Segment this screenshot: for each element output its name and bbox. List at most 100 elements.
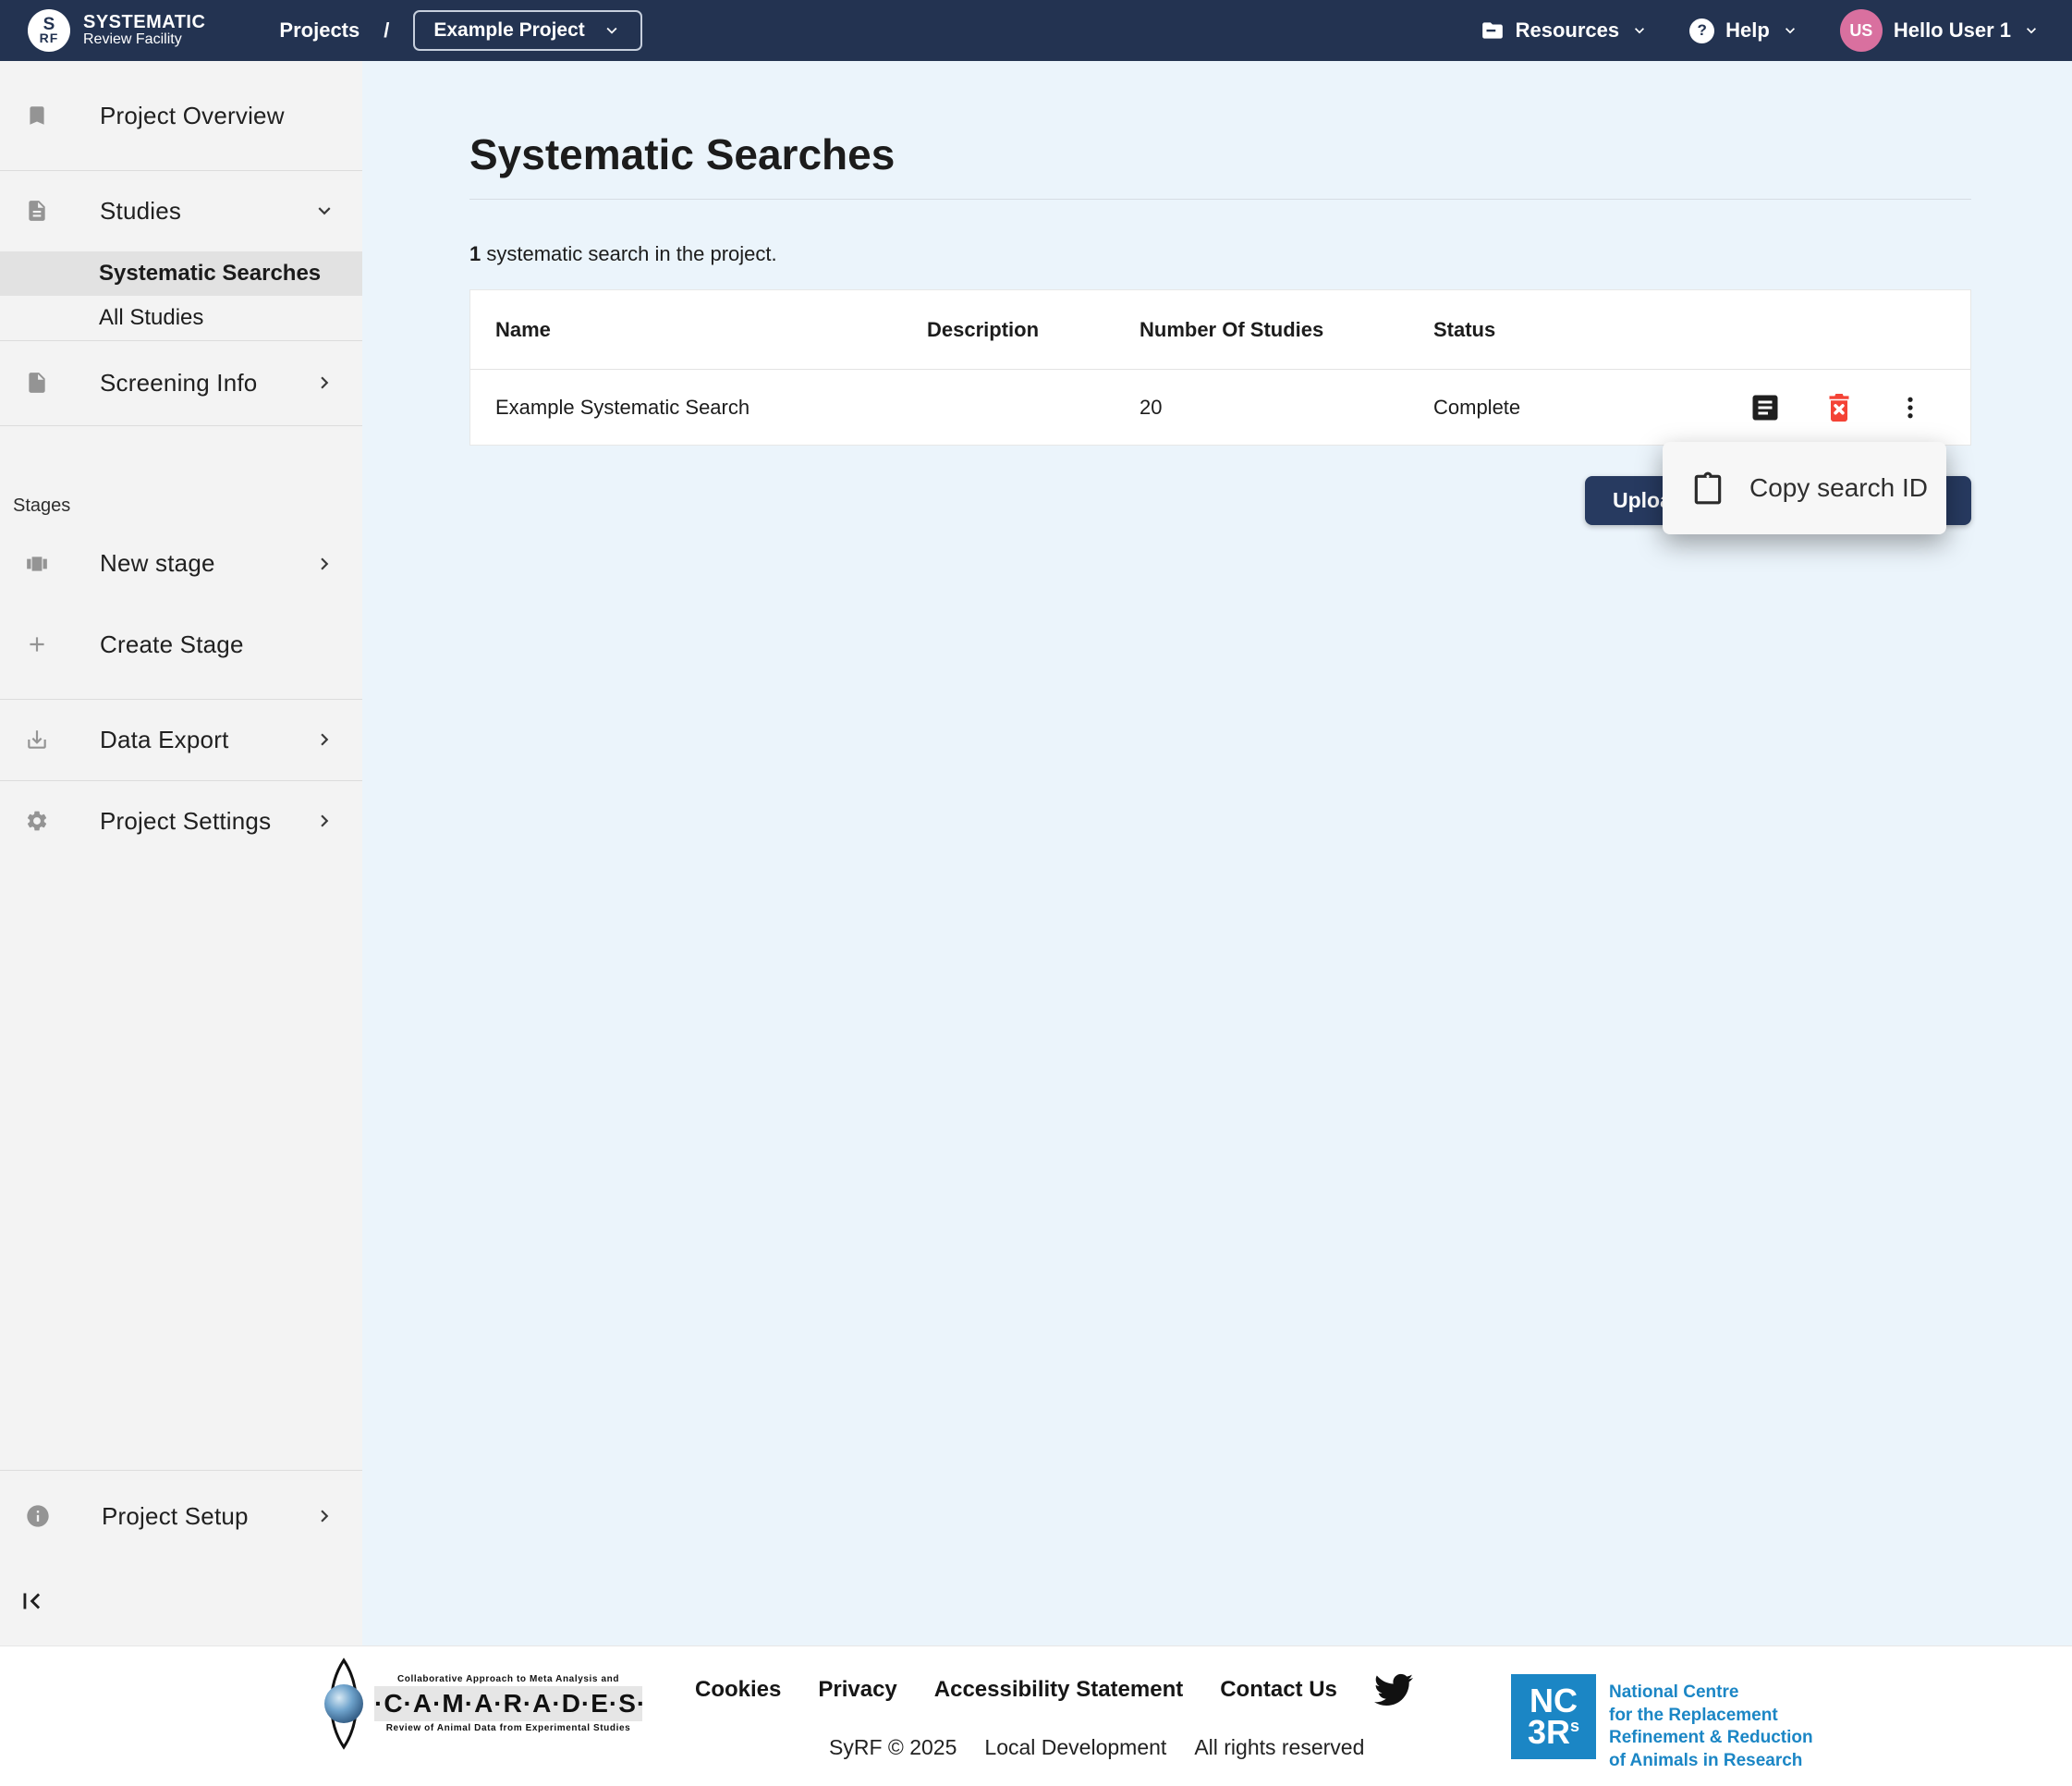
chevron-right-icon bbox=[312, 809, 336, 833]
sidebar-item-new-stage[interactable]: New stage bbox=[0, 520, 362, 607]
divider bbox=[0, 425, 362, 426]
page-header: Systematic Searches bbox=[469, 131, 1971, 200]
cell-number-of-studies: 20 bbox=[1140, 396, 1433, 420]
row-context-menu: Copy search ID bbox=[1663, 442, 1946, 534]
resources-label: Resources bbox=[1516, 18, 1620, 43]
sidebar-item-screening-info[interactable]: Screening Info bbox=[0, 340, 362, 425]
camarades-bottom-line: Review of Animal Data from Experimental … bbox=[386, 1723, 631, 1733]
sidebar-item-all-studies[interactable]: All Studies bbox=[0, 296, 362, 340]
avatar: US bbox=[1840, 9, 1883, 52]
current-project-label: Example Project bbox=[433, 19, 584, 42]
privacy-link[interactable]: Privacy bbox=[818, 1677, 896, 1703]
delete-search-button[interactable] bbox=[1822, 391, 1856, 424]
table-row[interactable]: Example Systematic Search 20 Complete bbox=[470, 370, 1970, 445]
sidebar-item-label: Screening Info bbox=[100, 369, 257, 398]
sidebar-item-systematic-searches[interactable]: Systematic Searches bbox=[0, 251, 362, 296]
nc3rs-logo[interactable]: NC 3Rs National Centre for the Replaceme… bbox=[1511, 1674, 1813, 1773]
row-actions bbox=[1646, 391, 1970, 424]
nc3rs-box-line2: 3Rs bbox=[1528, 1717, 1579, 1748]
main-content: Systematic Searches 1 systematic search … bbox=[362, 61, 2072, 1645]
column-header-status: Status bbox=[1433, 318, 1646, 342]
sidebar-item-label: New stage bbox=[100, 549, 215, 578]
sidebar-item-label: Studies bbox=[100, 197, 181, 226]
chevron-down-icon bbox=[1781, 21, 1799, 40]
column-header-name: Name bbox=[495, 318, 927, 342]
app-root: S RF SYSTEMATIC Review Facility Projects… bbox=[0, 0, 2072, 1786]
logo-title: SYSTEMATIC bbox=[83, 13, 205, 32]
stages-section-label: Stages bbox=[13, 495, 70, 517]
user-menu[interactable]: US Hello User 1 bbox=[1840, 9, 2041, 52]
sidebar-subitem-label: All Studies bbox=[99, 305, 203, 331]
collapse-sidebar-icon bbox=[16, 1585, 47, 1617]
contact-us-link[interactable]: Contact Us bbox=[1220, 1677, 1337, 1703]
cell-status: Complete bbox=[1433, 396, 1646, 420]
logo-monogram-bottom: RF bbox=[40, 32, 59, 44]
camarades-logo-text: Collaborative Approach to Meta Analysis … bbox=[374, 1674, 642, 1733]
sidebar-item-studies[interactable]: Studies bbox=[0, 170, 362, 251]
nc3rs-logo-text: National Centre for the Replacement Refi… bbox=[1609, 1674, 1813, 1773]
row-more-menu-button[interactable] bbox=[1896, 394, 1924, 422]
camarades-globe-icon bbox=[319, 1658, 369, 1750]
search-count: 1 bbox=[469, 242, 481, 265]
resources-menu[interactable]: Resources bbox=[1481, 18, 1650, 43]
accessibility-statement-link[interactable]: Accessibility Statement bbox=[934, 1677, 1183, 1703]
chevron-right-icon bbox=[312, 552, 336, 576]
logo-subtitle: Review Facility bbox=[83, 32, 205, 48]
article-icon bbox=[1749, 391, 1782, 424]
sidebar-item-data-export[interactable]: Data Export bbox=[0, 699, 362, 780]
twitter-link[interactable] bbox=[1374, 1670, 1413, 1709]
chevron-down-icon bbox=[2022, 21, 2041, 40]
sidebar-item-project-overview[interactable]: Project Overview bbox=[0, 61, 362, 170]
table-header-row: Name Description Number Of Studies Statu… bbox=[470, 290, 1970, 370]
top-right-nav: Resources ? Help US Hello User 1 bbox=[1481, 9, 2072, 52]
sidebar-item-label: Create Stage bbox=[100, 630, 244, 659]
bookmark-icon bbox=[25, 104, 49, 128]
chevron-right-icon bbox=[312, 1504, 336, 1528]
footer-copyright: SyRF © 2025 Local Development All rights… bbox=[829, 1735, 1364, 1760]
logo-text: SYSTEMATIC Review Facility bbox=[83, 13, 205, 48]
camarades-logo[interactable]: Collaborative Approach to Meta Analysis … bbox=[319, 1658, 642, 1750]
project-selector-button[interactable]: Example Project bbox=[413, 10, 641, 51]
sidebar-item-label: Project Settings bbox=[100, 807, 271, 836]
page-title: Systematic Searches bbox=[469, 131, 1971, 178]
footer: Collaborative Approach to Meta Analysis … bbox=[0, 1645, 2072, 1786]
copyright-rights: All rights reserved bbox=[1194, 1735, 1364, 1760]
sidebar-collapse-button[interactable] bbox=[15, 1584, 48, 1618]
chevron-right-icon bbox=[312, 371, 336, 395]
gear-icon bbox=[25, 809, 49, 833]
document-icon bbox=[25, 199, 49, 223]
camarades-name: ·C·A·M·A·R·A·D·E·S· bbox=[374, 1686, 642, 1721]
column-header-number-of-studies: Number Of Studies bbox=[1140, 318, 1433, 342]
nc3rs-box-line1: NC bbox=[1530, 1685, 1578, 1717]
help-label: Help bbox=[1725, 18, 1770, 43]
view-search-details-button[interactable] bbox=[1749, 391, 1782, 424]
kebab-menu-icon bbox=[1896, 394, 1924, 422]
cookies-link[interactable]: Cookies bbox=[695, 1677, 781, 1703]
clipboard-icon bbox=[1690, 471, 1725, 506]
download-icon bbox=[25, 728, 49, 752]
column-header-description: Description bbox=[927, 318, 1140, 342]
twitter-icon bbox=[1374, 1670, 1413, 1709]
breadcrumb-projects-link[interactable]: Projects bbox=[279, 18, 360, 43]
user-greeting: Hello User 1 bbox=[1894, 18, 2011, 43]
footer-links: Cookies Privacy Accessibility Statement … bbox=[695, 1670, 1413, 1709]
search-count-text: systematic search in the project. bbox=[481, 242, 776, 265]
chevron-down-icon bbox=[1630, 21, 1649, 40]
breadcrumb: Projects / Example Project bbox=[279, 10, 641, 51]
copy-search-id-menu-item[interactable]: Copy search ID bbox=[1749, 473, 1928, 503]
folder-icon bbox=[1481, 18, 1505, 43]
sidebar-item-create-stage[interactable]: Create Stage bbox=[0, 607, 362, 681]
sidebar-item-project-settings[interactable]: Project Settings bbox=[0, 780, 362, 862]
sidebar-item-project-setup[interactable]: Project Setup bbox=[0, 1470, 362, 1562]
info-icon bbox=[25, 1503, 51, 1529]
stage-carousel-icon bbox=[25, 552, 49, 576]
sidebar-item-label: Project Setup bbox=[102, 1502, 249, 1531]
delete-x-icon bbox=[1822, 391, 1856, 424]
syrf-logo[interactable]: S RF SYSTEMATIC Review Facility bbox=[28, 9, 205, 52]
help-icon: ? bbox=[1689, 18, 1714, 43]
sidebar-item-label: Project Overview bbox=[100, 102, 285, 130]
search-count-summary: 1 systematic search in the project. bbox=[469, 242, 777, 266]
help-menu[interactable]: ? Help bbox=[1689, 18, 1799, 43]
plus-icon bbox=[25, 632, 49, 656]
camarades-top-line: Collaborative Approach to Meta Analysis … bbox=[397, 1674, 619, 1684]
